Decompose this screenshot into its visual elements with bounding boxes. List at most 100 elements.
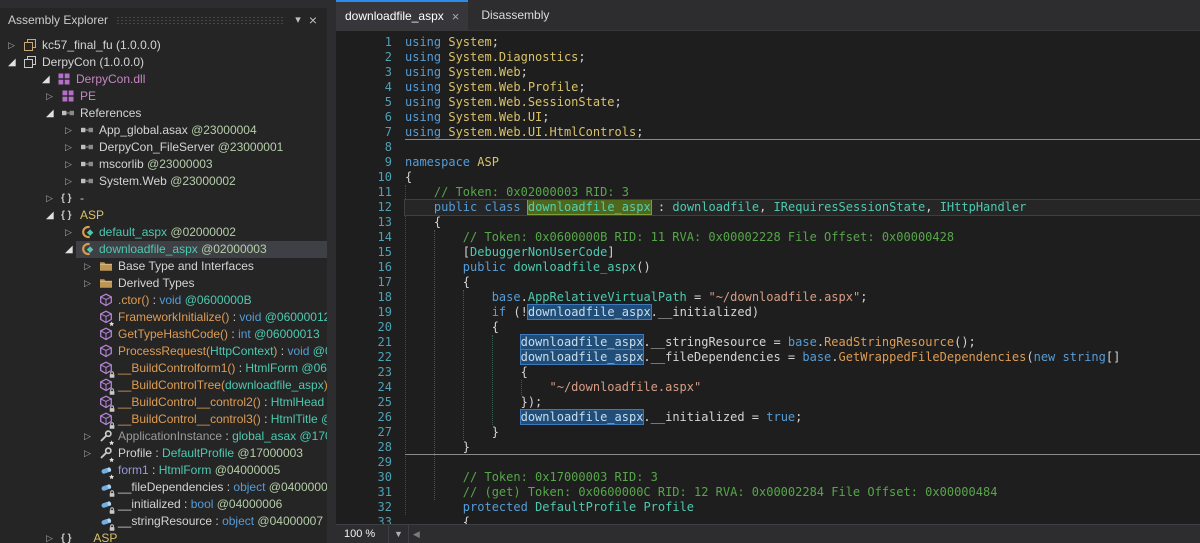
scroll-left-icon[interactable]: ◀ [409, 529, 424, 540]
code-line[interactable]: 8 [336, 140, 1200, 155]
tree-item-get-type-hash-code[interactable]: GetTypeHashCode() : int @06000013 [0, 326, 327, 343]
code-line[interactable]: 3using System.Web; [336, 65, 1200, 80]
code-line[interactable]: 26 downloadfile_aspx.__initialized = tru… [336, 410, 1200, 425]
line-number: 23 [336, 365, 392, 380]
code-line[interactable]: 23 { [336, 365, 1200, 380]
tab-disassembly[interactable]: Disassembly [472, 0, 558, 30]
tree-item-references[interactable]: ◢References [0, 105, 327, 122]
code-line[interactable]: 32 protected DefaultProfile Profile [336, 500, 1200, 515]
expander-collapsed-icon[interactable]: ▷ [84, 445, 91, 462]
code-line[interactable]: 17 { [336, 275, 1200, 290]
expander-collapsed-icon[interactable]: ▷ [46, 530, 53, 543]
expander-collapsed-icon[interactable]: ▷ [65, 156, 72, 173]
panel-splitter[interactable] [327, 0, 336, 543]
tree-item-profile[interactable]: ▷Profile : DefaultProfile @17000003 [0, 445, 327, 462]
expander-expanded-icon[interactable]: ◢ [42, 71, 50, 88]
tree-item-derived-types[interactable]: ▷Derived Types [0, 275, 327, 292]
expander-collapsed-icon[interactable]: ▷ [84, 275, 91, 292]
code-line[interactable]: 20 { [336, 320, 1200, 335]
tree-item-app-global-asax[interactable]: ▷App_global.asax @23000004 [0, 122, 327, 139]
expander-collapsed-icon[interactable]: ▷ [46, 190, 53, 207]
drag-grip[interactable] [116, 15, 283, 24]
tree-item-downloadfile-aspx[interactable]: ◢downloadfile_aspx @02000003 [0, 241, 327, 258]
code-line[interactable]: 16 public downloadfile_aspx() [336, 260, 1200, 275]
code-line[interactable]: 30 // Token: 0x17000003 RID: 3 [336, 470, 1200, 485]
tree-item-framework-initialize[interactable]: FrameworkInitialize() : void @06000012 [0, 309, 327, 326]
code-line[interactable]: 25 }); [336, 395, 1200, 410]
code-line[interactable]: 19 if (!downloadfile_aspx.__initialized) [336, 305, 1200, 320]
code-text: // Token: 0x0600000B RID: 11 RVA: 0x0000… [405, 230, 1200, 245]
code-line[interactable]: 31 // (get) Token: 0x0600000C RID: 12 RV… [336, 485, 1200, 500]
expander-expanded-icon[interactable]: ◢ [46, 207, 54, 224]
code-line[interactable]: 5using System.Web.SessionState; [336, 95, 1200, 110]
tree-item-base-type-and-interfaces[interactable]: ▷Base Type and Interfaces [0, 258, 327, 275]
code-line[interactable]: 18 base.AppRelativeVirtualPath = "~/down… [336, 290, 1200, 305]
tree-item-pe[interactable]: ▷PE [0, 88, 327, 105]
zoom-level-select[interactable]: 100 % [336, 525, 388, 543]
expander-expanded-icon[interactable]: ◢ [65, 241, 73, 258]
code-line[interactable]: 1using System; [336, 35, 1200, 50]
highlighted-reference[interactable]: downloadfile_aspx [521, 350, 644, 364]
code-line[interactable]: 11 // Token: 0x02000003 RID: 3 [336, 185, 1200, 200]
code-line[interactable]: 22 downloadfile_aspx.__fileDependencies … [336, 350, 1200, 365]
horizontal-scrollbar[interactable]: ◀ [409, 525, 1200, 543]
tree-item-build-control-form1[interactable]: __BuildControlform1() : HtmlForm @060 [0, 360, 327, 377]
code-line[interactable]: 27 } [336, 425, 1200, 440]
code-line[interactable]: 24 "~/downloadfile.aspx" [336, 380, 1200, 395]
tab-downloadfile-aspx[interactable]: downloadfile_aspx× [336, 0, 468, 30]
tree-item-file-dependencies[interactable]: __fileDependencies : object @04000008 [0, 479, 327, 496]
zoom-dropdown-icon[interactable]: ▼ [388, 525, 409, 543]
tree-item-namespace-dash[interactable]: ▷{ }- [0, 190, 327, 207]
tree-item-build-control-tree[interactable]: __BuildControlTree(downloadfile_aspx) : [0, 377, 327, 394]
tree-item-initialized[interactable]: __initialized : bool @04000006 [0, 496, 327, 513]
tab-close-icon[interactable]: × [452, 10, 460, 23]
expander-expanded-icon[interactable]: ◢ [46, 105, 54, 122]
tree-item-process-request[interactable]: ProcessRequest(HttpContext) : void @06 [0, 343, 327, 360]
expander-collapsed-icon[interactable]: ▷ [65, 173, 72, 190]
expander-collapsed-icon[interactable]: ▷ [84, 428, 91, 445]
expander-collapsed-icon[interactable]: ▷ [46, 88, 53, 105]
tree-item-derpycon-fileserver[interactable]: ▷DerpyCon_FileServer @23000001 [0, 139, 327, 156]
highlighted-reference[interactable]: downloadfile_aspx [521, 335, 644, 349]
code-line[interactable]: 9namespace ASP [336, 155, 1200, 170]
code-view[interactable]: 1using System;2using System.Diagnostics;… [336, 31, 1200, 524]
expander-expanded-icon[interactable]: ◢ [8, 54, 16, 71]
tree-item-application-instance[interactable]: ▷ApplicationInstance : global_asax @1700 [0, 428, 327, 445]
tree-item-kc57-final-fu[interactable]: ▷kc57_final_fu (1.0.0.0) [0, 37, 327, 54]
expander-collapsed-icon[interactable]: ▷ [65, 122, 72, 139]
tree-item-namespace-asp[interactable]: ◢{ }ASP [0, 207, 327, 224]
highlighted-reference[interactable]: downloadfile_aspx [528, 305, 651, 319]
tree-item-derpycon[interactable]: ◢DerpyCon (1.0.0.0) [0, 54, 327, 71]
chevron-down-icon[interactable]: ▾ [291, 12, 305, 28]
code-line[interactable]: 13 { [336, 215, 1200, 230]
tree-item-build-control-control3[interactable]: __BuildControl__control3() : HtmlTitle @ [0, 411, 327, 428]
code-line[interactable]: 12 public class downloadfile_aspx : down… [336, 200, 1200, 215]
tree-item-string-resource[interactable]: __stringResource : object @04000007 [0, 513, 327, 530]
expander-collapsed-icon[interactable]: ▷ [84, 258, 91, 275]
code-line[interactable]: 21 downloadfile_aspx.__stringResource = … [336, 335, 1200, 350]
tree-item-ctor[interactable]: .ctor() : void @0600000B [0, 292, 327, 309]
tree-item-default-aspx[interactable]: ▷default_aspx @02000002 [0, 224, 327, 241]
code-line[interactable]: 10{ [336, 170, 1200, 185]
code-line[interactable]: 14 // Token: 0x0600000B RID: 11 RVA: 0x0… [336, 230, 1200, 245]
highlighted-reference[interactable]: downloadfile_aspx [521, 410, 644, 424]
tree-item-system-web[interactable]: ▷System.Web @23000002 [0, 173, 327, 190]
close-icon[interactable]: × [305, 12, 321, 28]
tree-item-derpycon-dll[interactable]: ◢DerpyCon.dll [0, 71, 327, 88]
tree-item-mscorlib[interactable]: ▷mscorlib @23000003 [0, 156, 327, 173]
code-line[interactable]: 4using System.Web.Profile; [336, 80, 1200, 95]
code-line[interactable]: 15 [DebuggerNonUserCode] [336, 245, 1200, 260]
expander-collapsed-icon[interactable]: ▷ [8, 37, 15, 54]
expander-collapsed-icon[interactable]: ▷ [65, 139, 72, 156]
code-line[interactable]: 33 { [336, 515, 1200, 524]
tree-item-form1[interactable]: form1 : HtmlForm @04000005 [0, 462, 327, 479]
code-line[interactable]: 29 [336, 455, 1200, 470]
tree-item-namespace-underscore-asp[interactable]: ▷{ }__ASP [0, 530, 327, 543]
tree-item-build-control-control2[interactable]: __BuildControl__control2() : HtmlHead @ [0, 394, 327, 411]
highlighted-definition[interactable]: downloadfile_aspx [528, 200, 651, 214]
code-line[interactable]: 6using System.Web.UI; [336, 110, 1200, 125]
code-line[interactable]: 2using System.Diagnostics; [336, 50, 1200, 65]
code-line[interactable]: 28 } [336, 440, 1200, 455]
expander-collapsed-icon[interactable]: ▷ [65, 224, 72, 241]
code-line[interactable]: 7using System.Web.UI.HtmlControls; [336, 125, 1200, 140]
